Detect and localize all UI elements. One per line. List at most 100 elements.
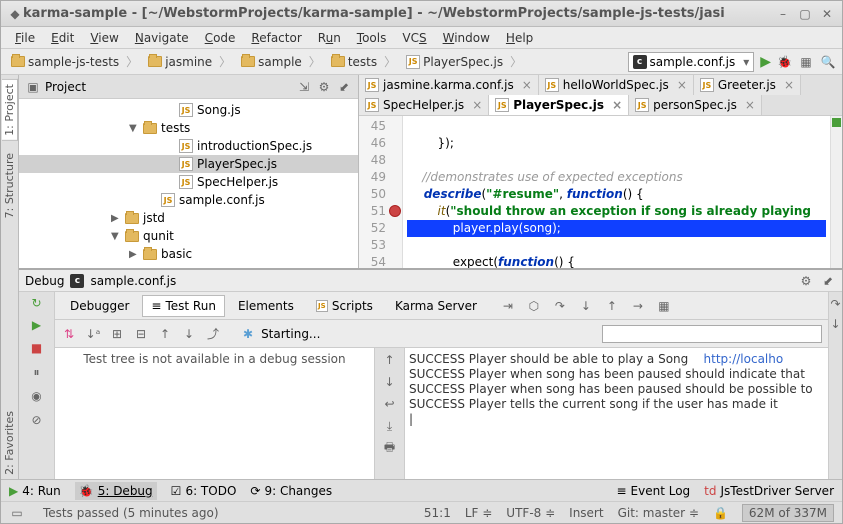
editor-tab[interactable]: JSSpecHelper.js× (359, 95, 489, 115)
tree-item[interactable]: JSintroductionSpec.js (19, 137, 358, 155)
wrap-icon[interactable]: ↩ (382, 396, 398, 412)
debug-tab[interactable]: Karma Server (386, 295, 486, 317)
debug-button[interactable]: 🐞 (777, 55, 792, 69)
search-icon[interactable]: 🔍 (820, 54, 836, 70)
minimize-button[interactable]: – (774, 5, 792, 23)
menu-navigate[interactable]: Navigate (127, 29, 197, 47)
overview-ruler[interactable] (830, 116, 842, 268)
code-area[interactable]: }); //demonstrates use of expected excep… (403, 116, 830, 268)
memory-indicator[interactable]: 62M of 337M (742, 504, 834, 522)
tool-eventlog[interactable]: ≡Event Log (616, 484, 690, 498)
encoding[interactable]: UTF-8 ≑ (506, 506, 555, 520)
close-icon[interactable]: × (784, 78, 794, 92)
tool-changes[interactable]: ⟳9: Changes (250, 484, 332, 498)
menu-view[interactable]: View (82, 29, 126, 47)
crumb-2[interactable]: sample (237, 51, 325, 72)
hide-icon[interactable]: ⬋ (336, 79, 352, 95)
tool-tab-project[interactable]: 1: Project (2, 79, 18, 141)
editor-tab[interactable]: JSpersonSpec.js× (629, 95, 762, 115)
hide-icon[interactable]: ⬋ (820, 273, 836, 289)
menu-refactor[interactable]: Refactor (243, 29, 309, 47)
step-into-icon[interactable]: ↓ (828, 316, 843, 332)
up-icon[interactable]: ↑ (382, 352, 398, 368)
step-over-icon[interactable]: ↷ (828, 296, 843, 312)
next-icon[interactable]: ↓ (181, 326, 197, 342)
filter-input[interactable] (602, 325, 822, 343)
debug-tab[interactable]: ≡Test Run (142, 295, 225, 317)
crumb-1[interactable]: jasmine (144, 51, 235, 72)
collapse-icon[interactable]: ⇲ (296, 79, 312, 95)
close-icon[interactable]: × (522, 78, 532, 92)
debug-action-icon[interactable]: → (630, 298, 646, 314)
tool-tab-structure[interactable]: 7: Structure (2, 149, 17, 222)
console-output[interactable]: SUCCESS Player should be able to play a … (405, 348, 828, 479)
rerun-button[interactable]: ↻ (31, 296, 41, 310)
stop-button[interactable]: ■ (29, 340, 45, 356)
tool-tab-favorites[interactable]: 2: Favorites (2, 407, 17, 479)
close-icon[interactable]: × (677, 78, 687, 92)
close-icon[interactable]: × (472, 98, 482, 112)
collapse-icon[interactable]: ⊟ (133, 326, 149, 342)
export-icon[interactable]: ⤴ (205, 326, 221, 342)
editor-tab[interactable]: JSGreeter.js× (694, 75, 801, 95)
tree-item[interactable]: ▼tests (19, 119, 358, 137)
editor-tab[interactable]: JSPlayerSpec.js× (489, 95, 629, 115)
prev-icon[interactable]: ↑ (157, 326, 173, 342)
project-view-icon[interactable]: ▣ (25, 79, 41, 95)
maximize-button[interactable]: ▢ (796, 5, 814, 23)
git-branch[interactable]: Git: master ≑ (618, 506, 699, 520)
tool-todo[interactable]: ☑6: TODO (171, 484, 237, 498)
tree-item[interactable]: JSsample.conf.js (19, 191, 358, 209)
menu-code[interactable]: Code (197, 29, 244, 47)
coverage-button[interactable]: ▦ (798, 54, 814, 70)
crumb-4[interactable]: JSPlayerSpec.js (402, 51, 526, 72)
tree-item[interactable]: JSSong.js (19, 101, 358, 119)
debug-action-icon[interactable]: ↑ (604, 298, 620, 314)
insert-mode[interactable]: Insert (569, 506, 603, 520)
expand-icon[interactable]: ⊞ (109, 326, 125, 342)
close-icon[interactable]: × (745, 98, 755, 112)
view-breakpoints-button[interactable]: ◉ (29, 388, 45, 404)
tree-item[interactable]: ▼qunit (19, 227, 358, 245)
tree-item[interactable]: ▶jstd (19, 209, 358, 227)
scroll-icon[interactable]: ⤓ (382, 418, 398, 434)
crumb-3[interactable]: tests (327, 51, 400, 72)
tool-run[interactable]: ▶4: Run (9, 484, 61, 498)
debug-action-icon[interactable]: ↷ (552, 298, 568, 314)
editor-tab[interactable]: JSjasmine.karma.conf.js× (359, 75, 539, 95)
run-button[interactable]: ▶ (760, 54, 771, 70)
breakpoint-icon[interactable] (389, 205, 401, 217)
tool-debug[interactable]: 🐞5: Debug (75, 482, 157, 500)
tree-item[interactable]: ▶basic (19, 245, 358, 263)
crumb-0[interactable]: sample-js-tests (7, 51, 142, 72)
menu-window[interactable]: Window (435, 29, 498, 47)
print-icon[interactable]: 🖶 (382, 440, 398, 456)
line-separator[interactable]: LF ≑ (465, 506, 492, 520)
debug-action-icon[interactable]: ↓ (578, 298, 594, 314)
caret-position[interactable]: 51:1 (424, 506, 451, 520)
pause-button[interactable]: ⏸ (29, 364, 45, 380)
resume-button[interactable]: ▶ (32, 318, 41, 332)
menu-help[interactable]: Help (498, 29, 541, 47)
debug-action-icon[interactable]: ⬡ (526, 298, 542, 314)
mute-breakpoints-button[interactable]: ⊘ (29, 412, 45, 428)
tree-item[interactable]: JSSpecHelper.js (19, 173, 358, 191)
lock-icon[interactable]: 🔒 (713, 506, 728, 520)
debug-tab[interactable]: Elements (229, 295, 303, 317)
debug-action-icon[interactable]: ⇥ (500, 298, 516, 314)
debug-tab[interactable]: Debugger (61, 295, 138, 317)
project-tree[interactable]: JSSong.js▼testsJSintroductionSpec.jsJSPl… (19, 99, 358, 268)
debug-tab[interactable]: JSScripts (307, 295, 382, 317)
tool-jstd[interactable]: tdJsTestDriver Server (704, 484, 834, 498)
close-button[interactable]: ✕ (818, 5, 836, 23)
debug-action-icon[interactable]: ▦ (656, 298, 672, 314)
run-config-dropdown[interactable]: csample.conf.js (628, 52, 755, 72)
menu-run[interactable]: Run (310, 29, 349, 47)
menu-file[interactable]: File (7, 29, 43, 47)
menu-vcs[interactable]: VCS (394, 29, 434, 47)
gear-icon[interactable]: ⚙ (316, 79, 332, 95)
close-icon[interactable]: × (612, 98, 622, 112)
menu-tools[interactable]: Tools (349, 29, 395, 47)
down-icon[interactable]: ↓ (382, 374, 398, 390)
tree-item[interactable]: JSPlayerSpec.js (19, 155, 358, 173)
